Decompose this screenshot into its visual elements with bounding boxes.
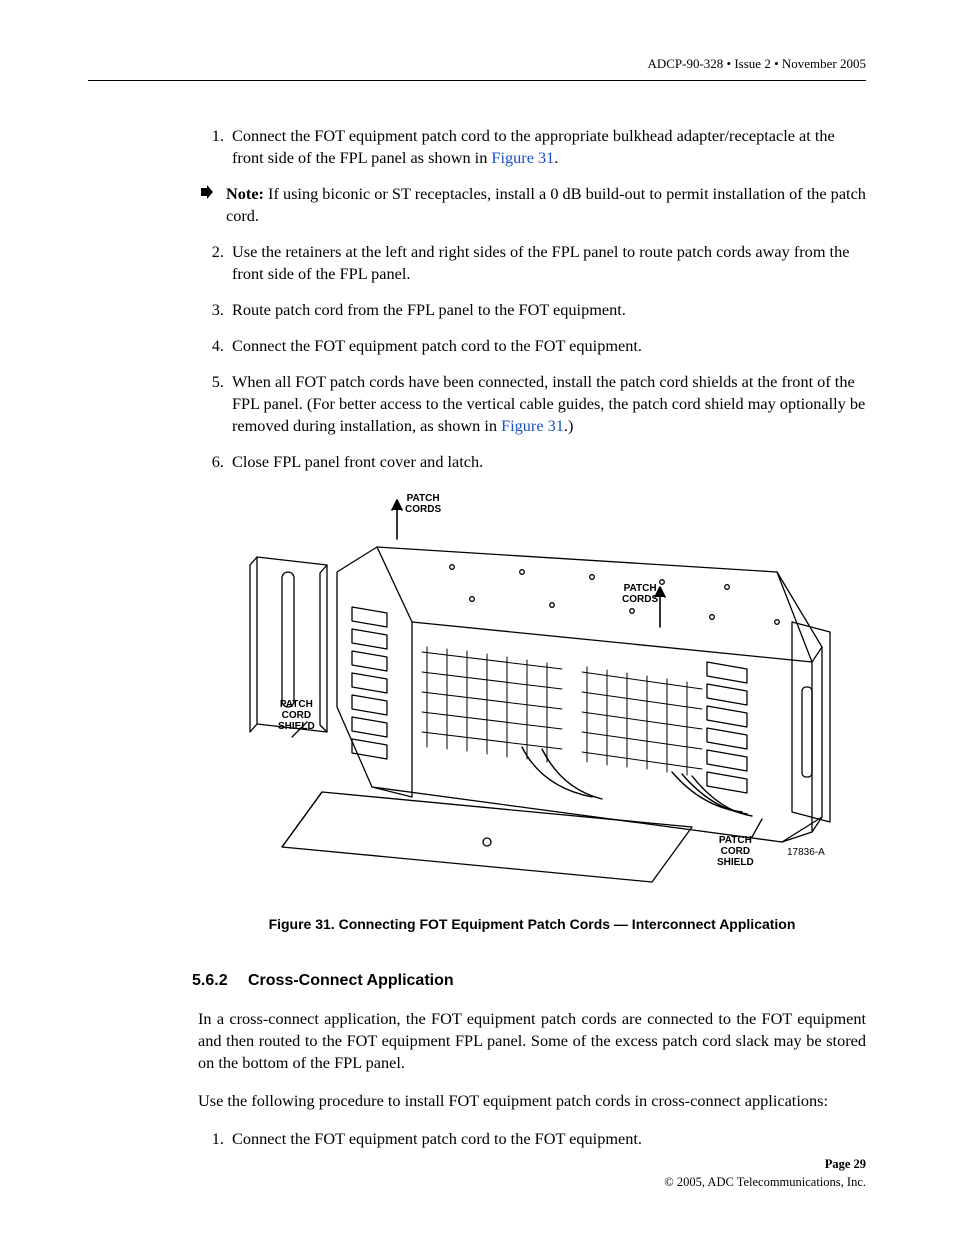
step-text: Connect the FOT equipment patch cord to … — [232, 125, 866, 169]
section-number: 5.6.2 — [192, 972, 248, 990]
step-4: 4. Connect the FOT equipment patch cord … — [198, 335, 866, 357]
figure-caption: Figure 31. Connecting FOT Equipment Patc… — [198, 916, 866, 932]
step-number: 5. — [198, 371, 232, 437]
figure-link[interactable]: Figure 31 — [501, 416, 564, 435]
paragraph: Use the following procedure to install F… — [198, 1090, 866, 1112]
figure-link[interactable]: Figure 31 — [491, 148, 554, 167]
step-1: 1. Connect the FOT equipment patch cord … — [198, 125, 866, 169]
note-text: Note: If using biconic or ST receptacles… — [226, 183, 866, 227]
figure-svg — [222, 487, 842, 887]
page-number: Page 29 — [664, 1156, 866, 1174]
procedure-list-2: 1. Connect the FOT equipment patch cord … — [198, 1128, 866, 1150]
step-number: 4. — [198, 335, 232, 357]
section-title: Cross-Connect Application — [248, 972, 454, 990]
step-number: 1. — [198, 1128, 232, 1150]
text-run: . — [554, 148, 558, 167]
page-footer: Page 29 © 2005, ADC Telecommunications, … — [664, 1156, 866, 1191]
figure-label-shield-right: PATCHCORDSHIELD — [717, 835, 754, 868]
figure-id: 17836-A — [787, 847, 825, 858]
procedure-list: 1. Connect the FOT equipment patch cord … — [198, 125, 866, 169]
step-5: 5. When all FOT patch cords have been co… — [198, 371, 866, 437]
step-2: 2. Use the retainers at the left and rig… — [198, 241, 866, 285]
figure-31: PATCHCORDS PATCHCORDS PATCHCORDSHIELD PA… — [198, 487, 866, 932]
step-text: When all FOT patch cords have been conne… — [232, 371, 866, 437]
paragraph: In a cross-connect application, the FOT … — [198, 1008, 866, 1074]
header-rule — [88, 80, 866, 81]
copyright: © 2005, ADC Telecommunications, Inc. — [664, 1174, 866, 1192]
step-text: Use the retainers at the left and right … — [232, 241, 866, 285]
step-number: 1. — [198, 125, 232, 169]
note-arrow-icon — [198, 183, 226, 199]
step-1b: 1. Connect the FOT equipment patch cord … — [198, 1128, 866, 1150]
step-6: 6. Close FPL panel front cover and latch… — [198, 451, 866, 473]
figure-label-shield-left: PATCHCORDSHIELD — [278, 699, 315, 732]
step-text: Connect the FOT equipment patch cord to … — [232, 1128, 866, 1150]
procedure-list-cont: 2. Use the retainers at the left and rig… — [198, 241, 866, 473]
note-label: Note: — [226, 184, 264, 203]
step-text: Route patch cord from the FPL panel to t… — [232, 299, 866, 321]
document-header: ADCP-90-328 • Issue 2 • November 2005 — [88, 56, 866, 72]
step-3: 3. Route patch cord from the FPL panel t… — [198, 299, 866, 321]
text-run: If using biconic or ST receptacles, inst… — [226, 184, 866, 225]
note-block: Note: If using biconic or ST receptacles… — [198, 183, 866, 227]
step-number: 3. — [198, 299, 232, 321]
text-run: .) — [564, 416, 574, 435]
step-number: 2. — [198, 241, 232, 285]
step-number: 6. — [198, 451, 232, 473]
figure-label-patch-cords-right: PATCHCORDS — [622, 583, 658, 605]
step-text: Close FPL panel front cover and latch. — [232, 451, 866, 473]
section-heading-5-6-2: 5.6.2 Cross-Connect Application — [192, 972, 866, 990]
figure-label-patch-cords-left: PATCHCORDS — [405, 493, 441, 515]
step-text: Connect the FOT equipment patch cord to … — [232, 335, 866, 357]
